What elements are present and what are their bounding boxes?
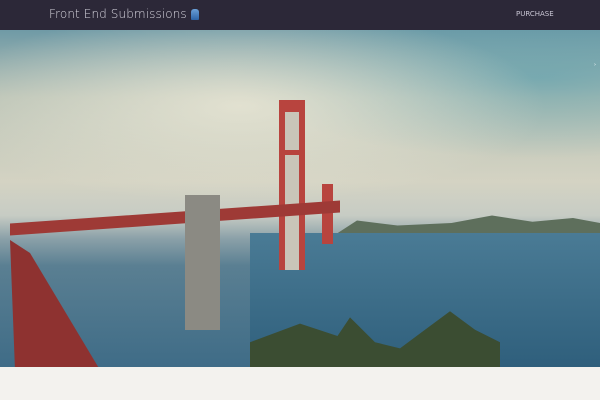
hero-slider: › ›	[0, 30, 600, 367]
site-header: Front End Submissions PURCHASE	[0, 0, 600, 30]
site-brand[interactable]: Front End Submissions	[49, 7, 199, 21]
foreground-railing	[10, 240, 100, 367]
slider-corner-arrow[interactable]: ›	[594, 62, 596, 68]
bridge-tower-gap	[285, 112, 299, 270]
purchase-link[interactable]: PURCHASE	[516, 10, 554, 18]
tower-crossbar	[279, 150, 305, 155]
bridge-pier	[185, 195, 220, 330]
site-title[interactable]: Front End Submissions	[49, 7, 187, 21]
drop-logo-icon	[190, 8, 199, 20]
far-tower	[322, 184, 333, 244]
